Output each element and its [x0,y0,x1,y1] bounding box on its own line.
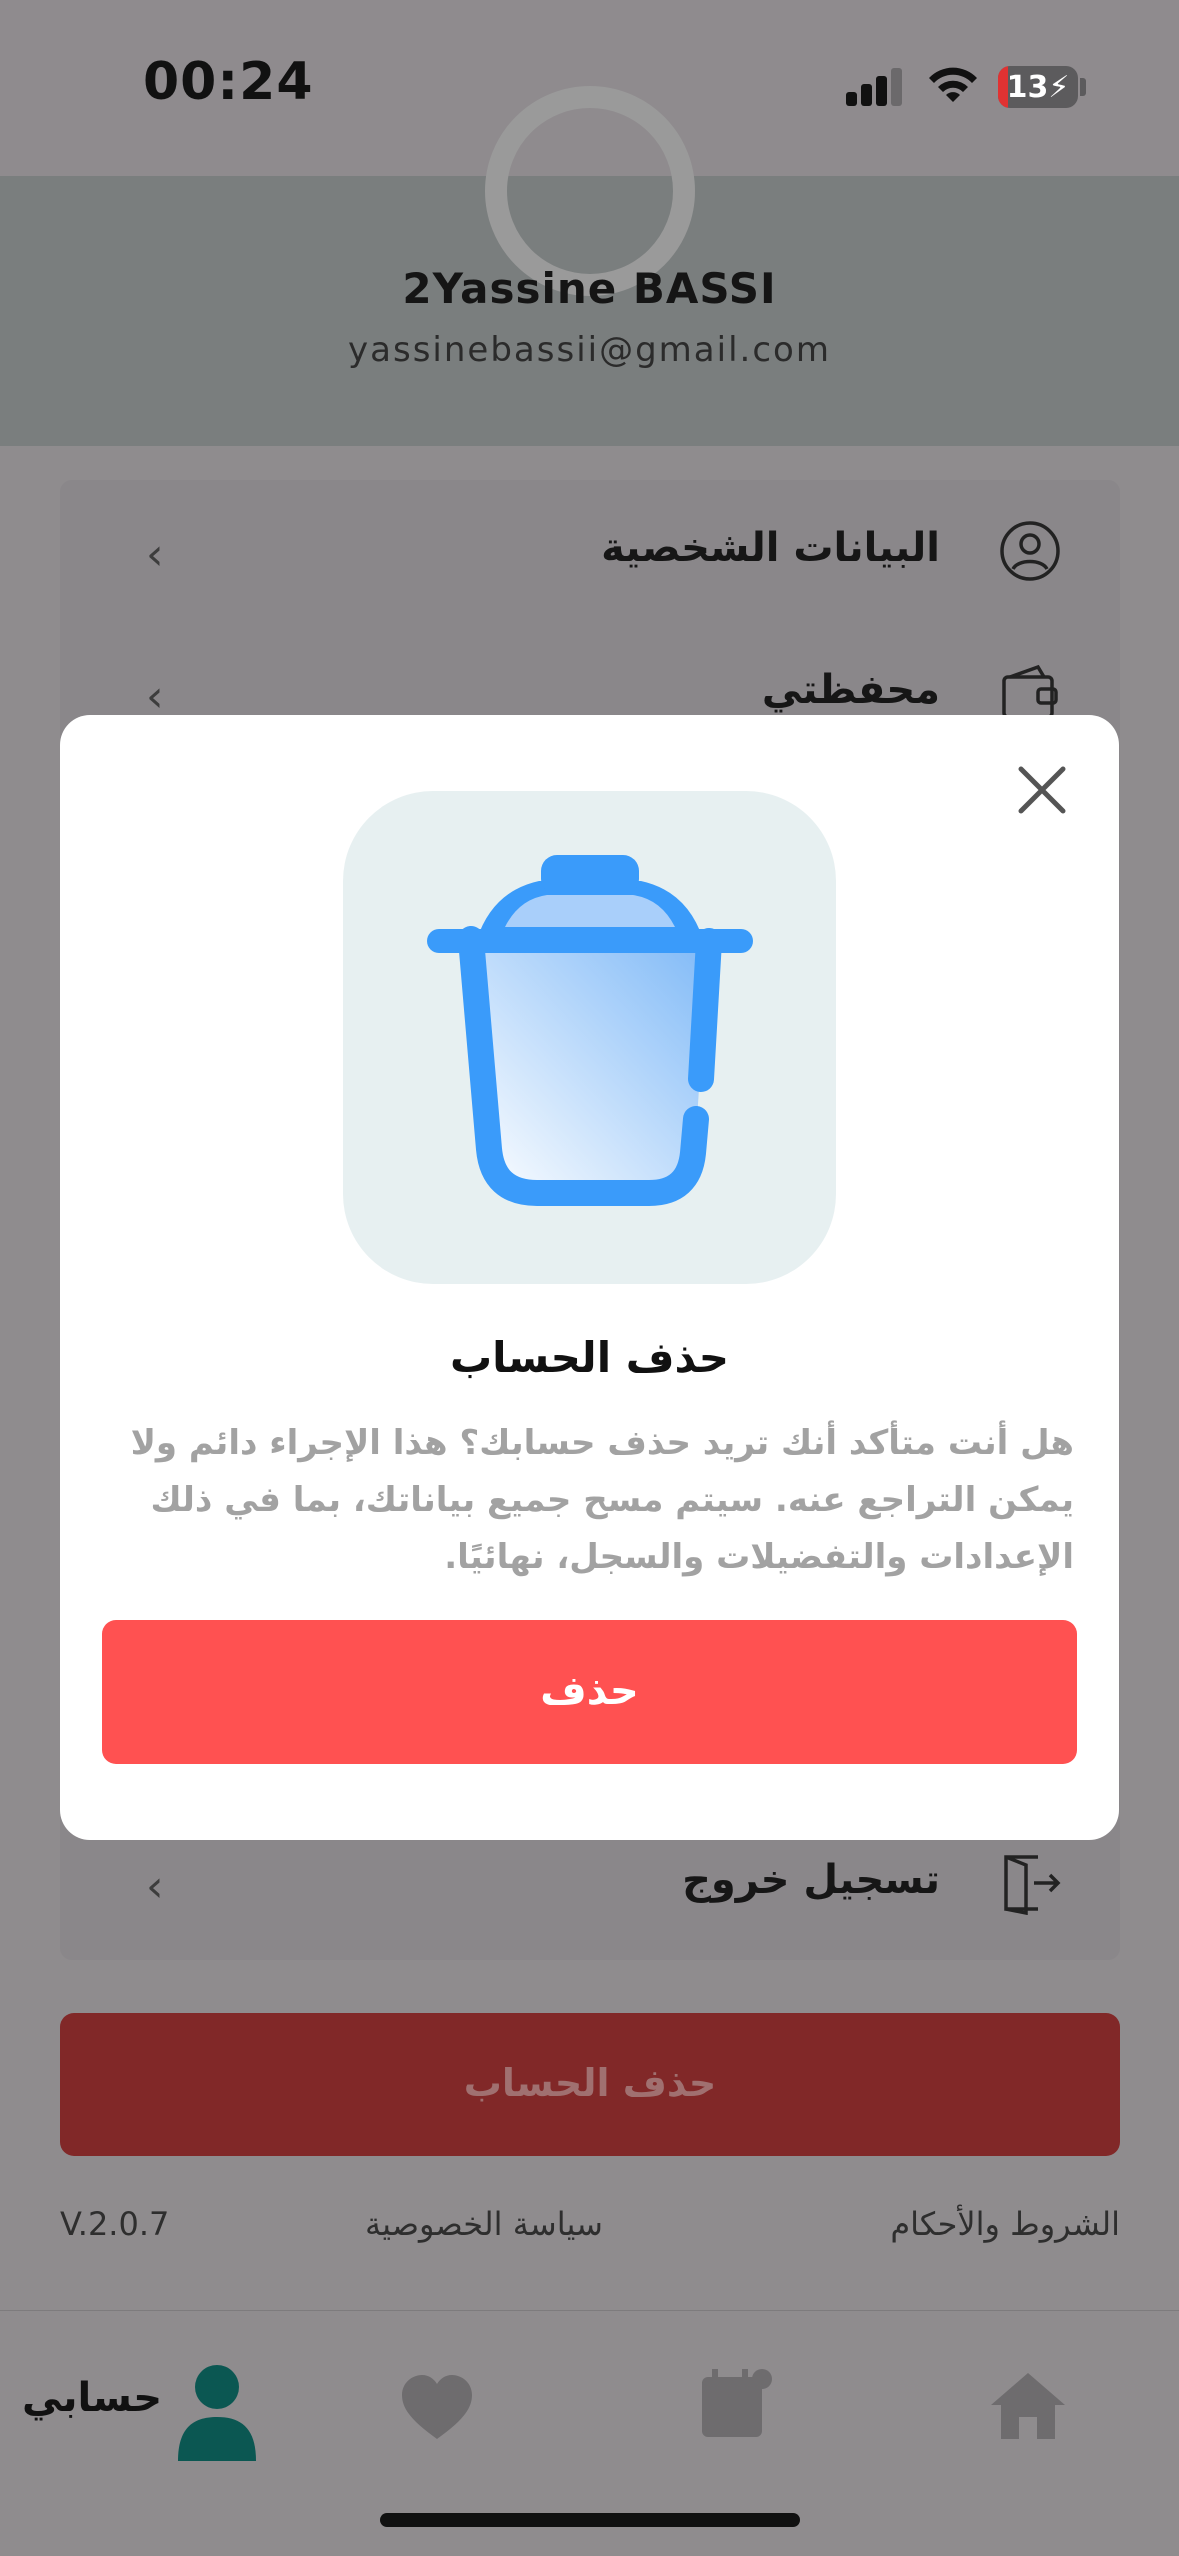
status-time: 00:24 [143,52,314,112]
dialog-title: حذف الحساب [449,1333,730,1382]
tab-favorites[interactable] [382,2351,492,2461]
close-icon[interactable] [1015,763,1069,817]
profile-header: 2Yassine BASSI yassinebassii@gmail.com [0,86,1179,446]
trash-illustration [343,791,836,1284]
signal-icon [846,68,904,106]
delete-account-dialog: حذف الحساب هل أنت متأكد أنك تريد حذف حسا… [60,715,1119,1840]
delete-account-label: حذف الحساب [463,2061,717,2105]
tab-account[interactable] [162,2351,272,2461]
trash-icon [427,855,753,1206]
terms-link[interactable]: الشروط والأحكام [890,2205,1120,2243]
chevron-left-icon: ‹ [146,529,164,580]
confirm-delete-button[interactable]: حذف [102,1620,1077,1764]
app-version: V.2.0.7 [60,2205,170,2243]
person-icon [178,2365,256,2461]
battery-level: 13 [1006,70,1049,105]
profile-name: 2Yassine BASSI [402,264,777,313]
dialog-message: هل أنت متأكد أنك تريد حذف حسابك؟ هذا الإ… [130,1423,1074,1577]
menu-item-label: محفظتي [761,667,940,713]
privacy-policy-link[interactable]: سياسة الخصوصية [365,2205,603,2243]
profile-email: yassinebassii@gmail.com [348,330,831,370]
confirm-delete-label: حذف [540,1668,639,1714]
menu-item-label: البيانات الشخصية [601,525,940,571]
menu-item-label: تسجيل خروج [682,1857,940,1903]
tab-home[interactable] [973,2351,1083,2461]
delete-account-button[interactable]: حذف الحساب [60,2013,1120,2156]
logout-icon [1004,1855,1061,1915]
home-icon [991,2373,1065,2439]
user-circle-icon [1000,521,1060,581]
battery-icon: 13⚡ [998,66,1078,108]
heart-icon [402,2375,472,2439]
footer-links: V.2.0.7 سياسة الخصوصية الشروط والأحكام [60,2205,1120,2255]
chevron-left-icon: ‹ [146,1861,164,1912]
menu-item-personal-data[interactable]: ‹ البيانات الشخصية [60,483,1120,623]
tab-calendar[interactable] [678,2351,788,2461]
tab-account-label: حسابي [22,2375,163,2421]
wifi-icon [929,67,977,102]
home-indicator [380,2513,800,2527]
calendar-icon [702,2369,772,2437]
